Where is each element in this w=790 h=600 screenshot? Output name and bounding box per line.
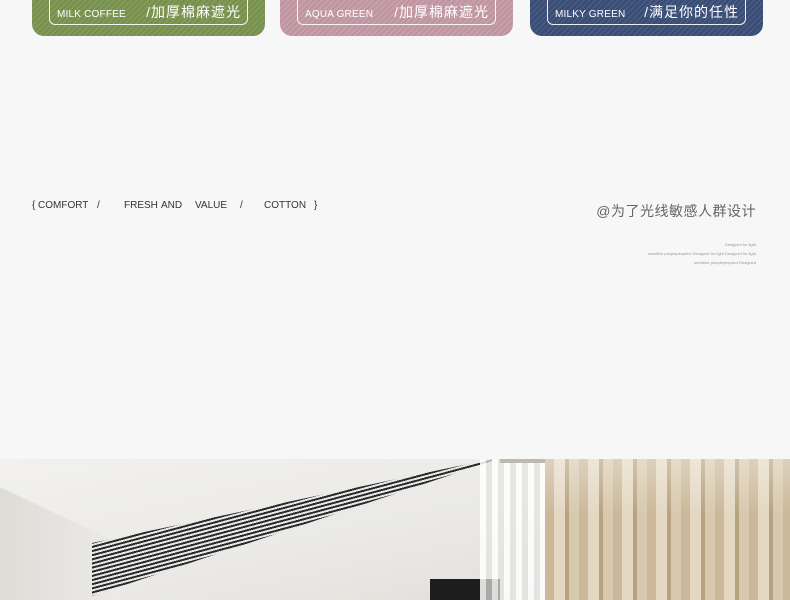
tagline-cotton: COTTON: [264, 200, 307, 211]
tagline-slash: /: [97, 200, 100, 211]
swatch-aqua-green[interactable]: AQUA GREEN /加厚棉麻遮光: [280, 0, 513, 36]
tagline-open-brace: {: [32, 200, 36, 211]
slogan: @为了光线敏感人群设计: [596, 203, 756, 219]
fine-print-line: sensitive peoplepeoplect Designed for li…: [647, 251, 756, 256]
curtain-highlight: [545, 459, 790, 600]
swatch-milk-coffee[interactable]: MILK COFFEE /加厚棉麻遮光: [32, 0, 265, 36]
tagline-slash: /: [240, 200, 243, 211]
swatch-name-cn: /加厚棉麻遮光: [394, 4, 489, 20]
swatch-name-en: MILK COFFEE: [57, 9, 126, 20]
tagline-comfort: COMFORT: [38, 200, 89, 211]
swatch-name-cn: /满足你的任性: [644, 4, 739, 20]
tagline-value: VALUE: [195, 200, 228, 211]
tagline-and: AND: [161, 200, 183, 211]
swatch-name-cn: /加厚棉麻遮光: [146, 4, 241, 20]
room-photo: [0, 459, 790, 600]
fine-print-line: sensitive peoplepeoplect Designed: [694, 260, 756, 265]
swatch-milky-green[interactable]: MILKY GREEN /满足你的任性: [530, 0, 763, 36]
fine-print-line: Designed for light: [724, 242, 756, 247]
swatch-name-en: MILKY GREEN: [555, 9, 626, 20]
tagline-close-brace: }: [314, 200, 318, 211]
swatch-name-en: AQUA GREEN: [305, 9, 374, 20]
tagline-fresh: FRESH: [124, 200, 158, 211]
